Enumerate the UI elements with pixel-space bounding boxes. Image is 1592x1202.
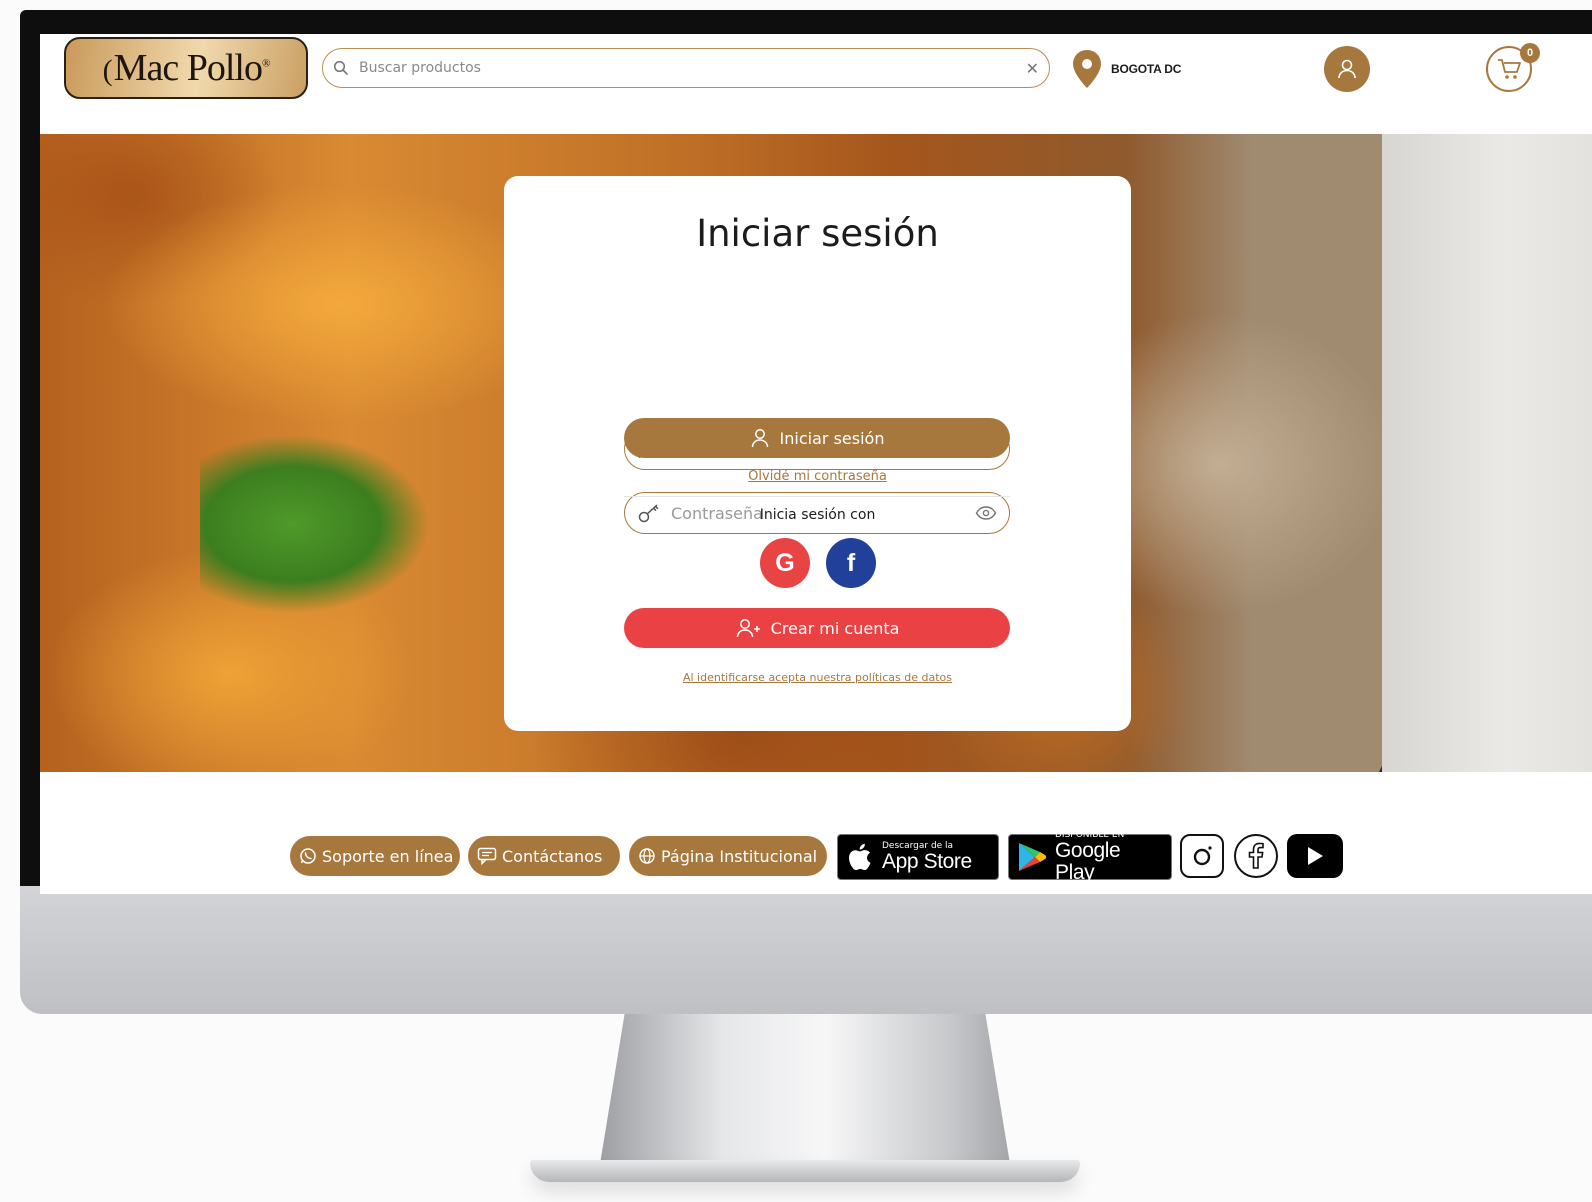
youtube-icon[interactable] [1287,834,1343,878]
monitor-stand [600,1014,1010,1164]
login-button-label: Iniciar sesión [779,428,885,448]
app-store-text: Descargar de la App Store [882,841,972,873]
user-account-button[interactable] [1324,46,1370,92]
support-label: Soporte en línea [322,846,454,866]
institutional-page-button[interactable]: Página Institucional [629,836,827,876]
location-pin-icon [1070,48,1104,90]
facebook-icon[interactable] [1234,834,1278,878]
facebook-icon: f [846,548,856,577]
instagram-icon[interactable] [1180,834,1224,878]
privacy-policy-link[interactable]: Al identificarse acepta nuestra política… [504,671,1131,684]
search-input[interactable] [357,59,1026,77]
monitor-stand-base [530,1160,1080,1182]
user-icon [1336,58,1358,80]
cart-icon [1496,57,1522,81]
brand-logo[interactable]: (Mac Pollo® [64,37,308,99]
screen: (Mac Pollo® ✕ BOGOTA DC 0 Iniciar sesión [40,34,1592,894]
app-store-badge[interactable]: Descargar de la App Store [837,834,999,880]
support-button[interactable]: Soporte en línea [290,836,460,876]
search-bar: ✕ [322,48,1050,88]
globe-icon [638,847,656,865]
create-account-label: Crear mi cuenta [770,618,900,638]
google-login-button[interactable]: G [760,538,810,588]
create-account-button[interactable]: Crear mi cuenta [624,608,1010,648]
login-button[interactable]: Iniciar sesión [624,418,1010,458]
user-icon [750,427,770,449]
location-selector[interactable]: BOGOTA DC [1070,48,1181,90]
institutional-label: Página Institucional [661,846,818,866]
google-play-text: DISPONIBLE EN Google Play [1055,830,1163,884]
google-play-big-text: Google Play [1055,839,1121,884]
login-card: Iniciar sesión Iniciar sesión Olvidé mi … [504,176,1131,731]
monitor-chin [20,886,1592,1014]
logo-rooster-mark: ( [102,54,113,87]
location-label: BOGOTA DC [1111,62,1182,76]
parsley-garnish [200,434,430,614]
login-title: Iniciar sesión [696,212,939,255]
whatsapp-icon [299,847,317,865]
logo-text: (Mac Pollo® [102,47,271,89]
add-user-icon [735,617,761,639]
contact-label: Contáctanos [502,846,603,866]
forgot-password-link[interactable]: Olvidé mi contraseña [504,469,1131,484]
apple-icon [846,842,872,872]
close-icon[interactable]: ✕ [1026,59,1039,78]
search-icon [333,60,349,76]
cart-count-badge: 0 [1520,43,1540,63]
facebook-login-button[interactable]: f [826,538,876,588]
app-store-big-text: App Store [882,850,972,873]
stone-surface [1382,134,1592,772]
google-play-badge[interactable]: DISPONIBLE EN Google Play [1008,830,1172,884]
google-icon: G [775,548,795,577]
chat-icon [477,847,497,865]
contact-button[interactable]: Contáctanos [468,836,620,876]
social-login-label: Inicia sesión con [759,507,876,523]
google-play-icon [1017,841,1047,873]
divider [624,496,1010,497]
